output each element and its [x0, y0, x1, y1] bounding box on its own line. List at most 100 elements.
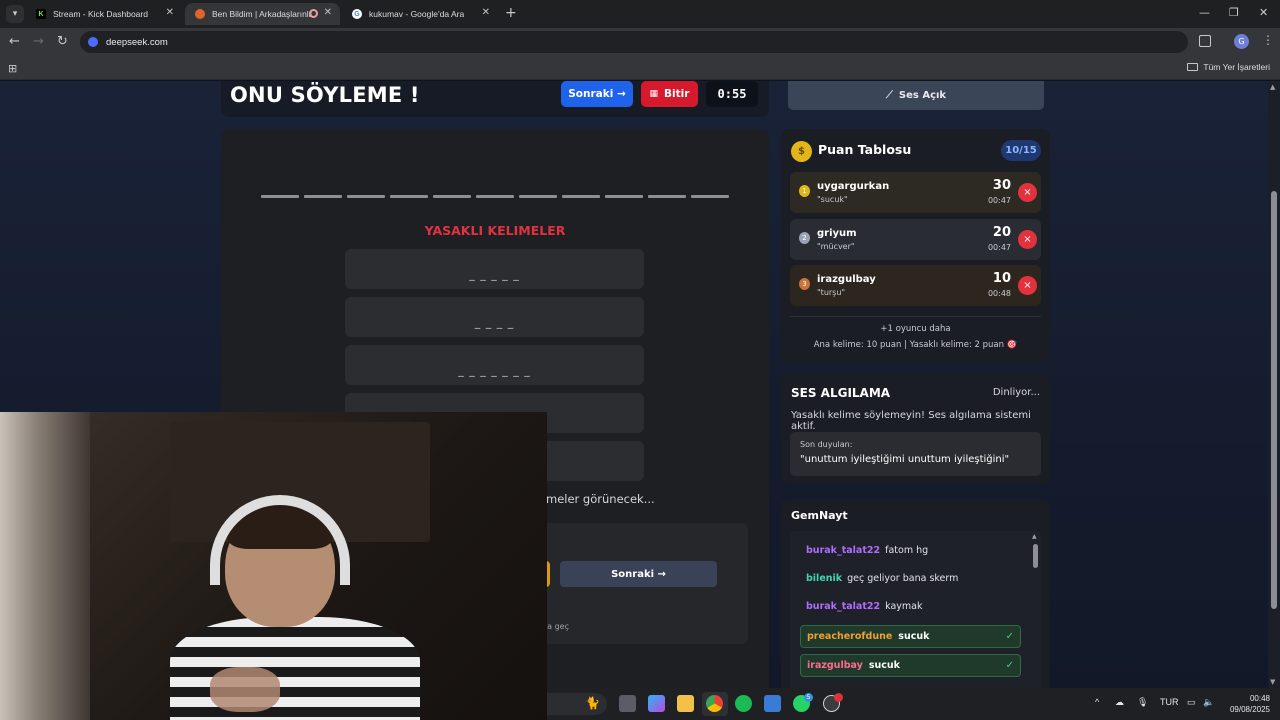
chat-username: bilenik	[806, 573, 843, 584]
word-blanks	[261, 195, 729, 198]
close-icon[interactable]: ✕	[166, 7, 174, 18]
minimize-icon[interactable]: —	[1199, 6, 1210, 19]
microphone-tray-icon[interactable]: 🎙	[1137, 697, 1148, 708]
scroll-up-icon[interactable]: ▲	[1270, 83, 1275, 91]
player-score: 20	[992, 225, 1011, 240]
tab-bar: ▾ K Stream - Kick Dashboard ✕ Ben Bildim…	[0, 0, 1280, 28]
alert-badge	[834, 693, 843, 702]
remove-player-button[interactable]: ×	[1018, 230, 1037, 249]
forward-icon[interactable]: →	[33, 34, 44, 49]
volume-icon[interactable]: 🔈	[1203, 697, 1214, 708]
checkered-flag-icon: ▦	[649, 89, 659, 99]
menu-icon[interactable]: ⋮	[1262, 33, 1274, 47]
onedrive-icon[interactable]: ☁	[1115, 697, 1124, 708]
reload-icon[interactable]: ↻	[57, 34, 68, 49]
chat-text: sucuk	[898, 631, 930, 642]
profile-avatar[interactable]: G	[1234, 34, 1249, 49]
letter-blank	[390, 195, 428, 198]
finish-button[interactable]: ▦ Bitir	[641, 81, 698, 107]
scroll-up-icon[interactable]: ▲	[1032, 533, 1037, 540]
scoreboard: $ Puan Tablosu 10/15 1 uygargurkan "sucu…	[781, 129, 1050, 362]
close-window-icon[interactable]: ✕	[1259, 6, 1268, 19]
address-bar[interactable]: deepseek.com	[80, 31, 1188, 53]
chat-message-correct: preacherofdune sucuk ✓	[800, 625, 1021, 648]
streamer-image	[170, 495, 420, 720]
player-score: 10	[992, 271, 1011, 286]
chat-username: burak_talat22	[806, 601, 881, 612]
restore-icon[interactable]: ❐	[1229, 6, 1239, 19]
chat-text: fatom hg	[885, 545, 929, 556]
tab-google-search[interactable]: G kukumav - Google'da Ara ✕	[342, 3, 498, 25]
extensions-icon[interactable]	[1199, 35, 1211, 47]
chrome-icon[interactable]	[706, 695, 723, 712]
task-view-icon[interactable]	[619, 695, 636, 712]
deepseek-icon	[88, 37, 98, 47]
taskbar-search[interactable]: 🐈	[547, 693, 607, 715]
microphone-icon: ⟋	[885, 90, 893, 101]
last-heard-box: Son duyulan: "unuttum iyileştiğimi unutt…	[790, 432, 1041, 476]
remove-player-button[interactable]: ×	[1018, 276, 1037, 295]
page-scrollbar[interactable]: ▲ ▼	[1268, 81, 1280, 688]
google-icon: G	[352, 9, 362, 19]
check-icon: ✓	[1005, 631, 1014, 642]
close-icon[interactable]: ✕	[324, 7, 332, 18]
player-row: 2 griyum "mücver" 20 00:47 ×	[790, 219, 1041, 260]
player-time: 00:47	[987, 196, 1011, 205]
letter-blank	[605, 195, 643, 198]
last-heard-text: "unuttum iyileştiğimi unuttum iyileştiği…	[800, 454, 1010, 465]
scroll-down-icon[interactable]: ▼	[1270, 678, 1275, 686]
notification-badge: 5	[804, 693, 813, 702]
chat-text: geç geliyor bana skerm	[847, 573, 959, 584]
all-bookmarks[interactable]: Tüm Yer İşaretleri	[1187, 62, 1270, 72]
network-icon[interactable]: ▭	[1187, 697, 1196, 708]
voice-title: SES ALGILAMA	[791, 386, 891, 400]
scroll-thumb[interactable]	[1033, 544, 1038, 568]
copilot-icon[interactable]	[648, 695, 665, 712]
tab-search-button[interactable]: ▾	[6, 5, 24, 23]
file-explorer-icon[interactable]	[677, 695, 694, 712]
points-info: Ana kelime: 10 puan | Yasaklı kelime: 2 …	[813, 340, 1018, 350]
round-badge: 10/15	[1001, 140, 1041, 161]
page-scroll-thumb[interactable]	[1271, 191, 1277, 609]
tab-title: kukumav - Google'da Ara	[369, 9, 465, 19]
gold-medal-icon: 1	[799, 185, 810, 197]
player-name: griyum	[817, 228, 857, 239]
chat-message: burak_talat22 fatom hg	[806, 545, 928, 556]
remove-player-button[interactable]: ×	[1018, 183, 1037, 202]
next-button-bottom[interactable]: Sonraki →	[560, 561, 717, 587]
player-score: 30	[992, 178, 1011, 193]
silver-medal-icon: 2	[799, 232, 810, 244]
taskbar-clock[interactable]: 00:48 09/08/2025	[1230, 693, 1270, 715]
chevron-up-icon[interactable]: ^	[1095, 697, 1099, 707]
tab-title: Ben Bildim | Arkadaşlarınla	[212, 9, 312, 19]
letter-blank	[476, 195, 514, 198]
finish-label: Bitir	[664, 88, 690, 100]
site-icon	[195, 9, 205, 19]
tab-ben-bildim[interactable]: Ben Bildim | Arkadaşlarınla ✕	[185, 3, 340, 25]
cat-icon: 🐈	[585, 696, 600, 710]
player-name: irazgulbay	[817, 274, 876, 285]
language-indicator[interactable]: TUR	[1160, 697, 1179, 707]
chat-message: burak_talat22 kaymak	[806, 601, 922, 612]
tab-kick-dashboard[interactable]: K Stream - Kick Dashboard ✕	[26, 3, 182, 25]
player-name: uygargurkan	[817, 181, 890, 192]
next-button[interactable]: Sonraki →	[561, 81, 633, 107]
letter-blank	[433, 195, 471, 198]
chat-username: burak_talat22	[806, 545, 881, 556]
new-tab-button[interactable]: +	[505, 5, 517, 21]
spotify-icon[interactable]	[735, 695, 752, 712]
money-bag-icon: $	[791, 141, 812, 162]
store-icon[interactable]	[764, 695, 781, 712]
close-icon[interactable]: ✕	[482, 7, 490, 18]
back-icon[interactable]: ←	[9, 34, 20, 49]
bookmarks-bar: ⊞ Tüm Yer İşaretleri	[0, 56, 1280, 80]
folder-icon	[1187, 63, 1199, 71]
hint-text: meler görünecek...	[546, 492, 655, 506]
clock-time: 00:48	[1249, 694, 1270, 703]
apps-grid-icon[interactable]: ⊞	[8, 62, 17, 75]
forbidden-words-title: YASAKLI KELIMELER	[424, 223, 566, 238]
bronze-medal-icon: 3	[799, 278, 810, 290]
sound-toggle[interactable]: ⟋ Ses Açık	[788, 81, 1044, 110]
voice-description: Yasaklı kelime söylemeyin! Ses algılama …	[791, 410, 1031, 432]
chat-scrollbar[interactable]: ▲	[1032, 533, 1038, 568]
